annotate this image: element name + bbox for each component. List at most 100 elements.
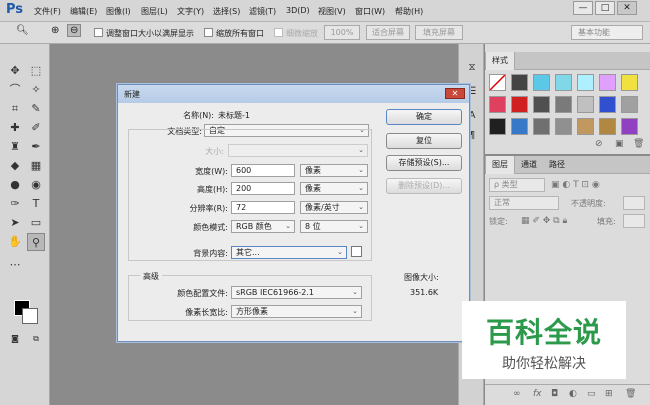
- workspace-switcher[interactable]: 基本功能: [571, 25, 643, 40]
- move-tool-icon[interactable]: ✥: [6, 62, 24, 80]
- style-swatch[interactable]: [621, 118, 638, 135]
- mask-icon[interactable]: ◘: [551, 389, 558, 399]
- scrubby-zoom-checkbox[interactable]: [274, 28, 283, 37]
- menu-3d[interactable]: 3D(D): [286, 6, 310, 15]
- fill-screen-button[interactable]: 填充屏幕: [415, 25, 463, 40]
- zoom-tool-icon[interactable]: ⚲: [27, 233, 45, 251]
- delete-style-icon[interactable]: ⊘: [595, 139, 603, 149]
- marquee-tool-icon[interactable]: ⬚: [27, 62, 45, 80]
- bit-depth-select[interactable]: 8 位 ⌄: [300, 220, 368, 233]
- type-tool-icon[interactable]: T: [27, 195, 45, 213]
- width-input[interactable]: 600: [231, 164, 295, 177]
- group-icon[interactable]: ▭: [587, 389, 596, 399]
- style-swatch[interactable]: [511, 96, 528, 113]
- menu-file[interactable]: 文件(F): [34, 6, 61, 17]
- resize-windows-checkbox[interactable]: [94, 28, 103, 37]
- pen-tool-icon[interactable]: ✑: [6, 195, 24, 213]
- menu-filter[interactable]: 滤镜(T): [249, 6, 276, 17]
- size-select[interactable]: ⌄: [228, 144, 368, 157]
- color-mode-select[interactable]: RGB 颜色 ⌄: [231, 220, 295, 233]
- menu-image[interactable]: 图像(I): [106, 6, 131, 17]
- background-color-swatch[interactable]: [351, 246, 362, 257]
- shape-tool-icon[interactable]: ▭: [27, 214, 45, 232]
- resolution-input[interactable]: 72: [231, 201, 295, 214]
- menu-help[interactable]: 帮助(H): [395, 6, 423, 17]
- style-swatch[interactable]: [599, 74, 616, 91]
- path-select-icon[interactable]: ➤: [6, 214, 24, 232]
- adjustment-icon[interactable]: ◐: [569, 389, 577, 399]
- clone-stamp-icon[interactable]: ♜: [6, 138, 24, 156]
- style-swatch[interactable]: [555, 118, 572, 135]
- hand-tool-icon[interactable]: ✋: [6, 233, 24, 251]
- crop-tool-icon[interactable]: ⌗: [6, 100, 24, 118]
- style-swatch[interactable]: [621, 74, 638, 91]
- history-panel-icon[interactable]: ⧖: [464, 60, 480, 76]
- quick-mask-icon[interactable]: ◙: [6, 330, 24, 348]
- zoom-in-icon[interactable]: ⊕: [51, 25, 59, 36]
- gradient-tool-icon[interactable]: ▦: [27, 157, 45, 175]
- fill-field[interactable]: [623, 214, 645, 228]
- style-swatch[interactable]: [489, 74, 506, 91]
- layer-filter-icons[interactable]: ▣ ◐ T ⊡ ◉: [551, 178, 646, 193]
- more-tools-icon[interactable]: ⋯: [6, 256, 24, 274]
- opacity-field[interactable]: [623, 196, 645, 210]
- new-layer-icon[interactable]: ⊞: [605, 389, 613, 399]
- style-swatch[interactable]: [577, 118, 594, 135]
- style-swatch[interactable]: [577, 96, 594, 113]
- menu-window[interactable]: 窗口(W): [355, 6, 385, 17]
- height-input[interactable]: 200: [231, 182, 295, 195]
- zoom-out-icon[interactable]: ⊖: [67, 24, 82, 37]
- background-color[interactable]: [22, 308, 38, 324]
- style-swatch[interactable]: [599, 118, 616, 135]
- pixel-aspect-select[interactable]: 方形像素 ⌄: [231, 305, 362, 318]
- style-swatch[interactable]: [555, 74, 572, 91]
- tab-paths[interactable]: 路径: [543, 156, 571, 174]
- new-style-icon[interactable]: ▣: [615, 139, 624, 149]
- fx-icon[interactable]: fx: [533, 389, 542, 399]
- brush-tool-icon[interactable]: ✐: [27, 119, 45, 137]
- tab-layers[interactable]: 图层: [485, 156, 515, 174]
- style-swatch[interactable]: [577, 74, 594, 91]
- tab-styles[interactable]: 样式: [485, 52, 515, 70]
- minimize-button[interactable]: —: [573, 1, 593, 15]
- link-layers-icon[interactable]: ∞: [513, 389, 521, 399]
- style-swatch[interactable]: [533, 118, 550, 135]
- menu-edit[interactable]: 编辑(E): [70, 6, 97, 17]
- blend-mode-select[interactable]: 正常: [489, 196, 559, 210]
- dialog-titlebar[interactable]: 新建 ✕: [118, 85, 469, 103]
- style-swatch[interactable]: [533, 74, 550, 91]
- eyedropper-tool-icon[interactable]: ✎: [27, 100, 45, 118]
- menu-view[interactable]: 视图(V): [318, 6, 346, 17]
- magic-wand-icon[interactable]: ✧: [27, 81, 45, 99]
- trash-icon[interactable]: 🗑︎: [633, 139, 644, 149]
- maximize-button[interactable]: □: [595, 1, 615, 15]
- reset-button[interactable]: 复位: [386, 133, 462, 149]
- delete-preset-button[interactable]: 删除预设(D)...: [386, 178, 462, 194]
- menu-layer[interactable]: 图层(L): [141, 6, 168, 17]
- zoom-tool-icon[interactable]: 🔍︎: [16, 25, 29, 36]
- tab-channels[interactable]: 通道: [515, 156, 543, 174]
- dodge-tool-icon[interactable]: ◉: [27, 176, 45, 194]
- style-swatch[interactable]: [489, 96, 506, 113]
- screen-mode-icon[interactable]: ⧉: [27, 330, 45, 348]
- layer-filter-select[interactable]: ρ 类型: [489, 178, 545, 192]
- zoom-100-button[interactable]: 100%: [324, 25, 360, 40]
- dialog-close-icon[interactable]: ✕: [445, 88, 465, 99]
- color-profile-select[interactable]: sRGB IEC61966-2.1 ⌄: [231, 286, 362, 299]
- healing-brush-icon[interactable]: ✚: [6, 119, 24, 137]
- resolution-unit-select[interactable]: 像素/英寸 ⌄: [300, 201, 368, 214]
- delete-layer-icon[interactable]: 🗑︎: [625, 389, 636, 399]
- style-swatch[interactable]: [555, 96, 572, 113]
- menu-type[interactable]: 文字(Y): [177, 6, 204, 17]
- style-swatch[interactable]: [511, 74, 528, 91]
- background-select[interactable]: 其它... ⌄: [231, 246, 347, 259]
- style-swatch[interactable]: [533, 96, 550, 113]
- lock-icons[interactable]: ▦ ✐ ✥ ⧉ 🔒︎: [521, 214, 581, 229]
- style-swatch[interactable]: [621, 96, 638, 113]
- name-field[interactable]: 未标题-1: [218, 110, 250, 121]
- eraser-tool-icon[interactable]: ◆: [6, 157, 24, 175]
- style-swatch[interactable]: [489, 118, 506, 135]
- blur-tool-icon[interactable]: ●: [6, 176, 24, 194]
- height-unit-select[interactable]: 像素 ⌄: [300, 182, 368, 195]
- width-unit-select[interactable]: 像素 ⌄: [300, 164, 368, 177]
